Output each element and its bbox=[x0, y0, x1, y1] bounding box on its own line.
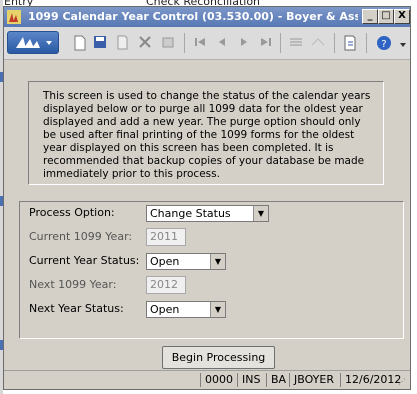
app-menu-button[interactable] bbox=[7, 31, 59, 54]
process-option-value: Change Status bbox=[150, 207, 231, 220]
previous-icon[interactable] bbox=[214, 35, 230, 51]
toolbar-separator bbox=[334, 33, 335, 53]
chevron-down-icon[interactable]: ▼ bbox=[210, 302, 225, 317]
resize-grip-icon[interactable]: ⋰ bbox=[398, 377, 408, 387]
minimize-button[interactable]: _ bbox=[362, 9, 378, 24]
status-company: BA bbox=[266, 373, 290, 387]
app-logo-icon bbox=[7, 10, 21, 24]
print-icon[interactable] bbox=[160, 35, 176, 51]
save-icon[interactable] bbox=[92, 35, 108, 51]
svg-text:?: ? bbox=[381, 39, 386, 50]
cancel-icon[interactable] bbox=[288, 35, 304, 51]
window: 1099 Calendar Year Control (03.530.00) -… bbox=[3, 6, 411, 390]
toolbar-separator bbox=[184, 33, 185, 53]
finish-icon[interactable] bbox=[310, 35, 326, 51]
first-icon[interactable] bbox=[192, 35, 208, 51]
next-status-label: Next Year Status: bbox=[29, 302, 124, 315]
help-icon[interactable]: ? bbox=[376, 35, 392, 51]
next-year-field: 2012 bbox=[146, 276, 186, 294]
window-title: 1099 Calendar Year Control (03.530.00) -… bbox=[28, 10, 358, 23]
status-count: 0000 bbox=[200, 373, 237, 387]
current-status-label: Current Year Status: bbox=[29, 254, 140, 267]
title-bar[interactable]: 1099 Calendar Year Control (03.530.00) -… bbox=[4, 7, 410, 27]
last-icon[interactable] bbox=[258, 35, 274, 51]
status-bar: 0000 INS BA JBOYER 12/6/2012 ⋰ bbox=[4, 370, 410, 389]
begin-processing-button[interactable]: Begin Processing bbox=[162, 346, 275, 369]
toolbar-separator bbox=[366, 33, 367, 53]
app-menu-icon bbox=[16, 37, 52, 48]
process-option-select[interactable]: Change Status ▼ bbox=[146, 205, 269, 222]
current-status-select[interactable]: Open ▼ bbox=[146, 253, 226, 270]
status-date: 12/6/2012 bbox=[340, 373, 405, 387]
toolbar: ? bbox=[4, 27, 410, 60]
note-icon[interactable] bbox=[342, 35, 358, 51]
process-option-label: Process Option: bbox=[29, 206, 115, 219]
current-year-label: Current 1099 Year: bbox=[29, 230, 133, 243]
copy-icon[interactable] bbox=[114, 35, 130, 51]
close-button[interactable]: X bbox=[394, 9, 410, 24]
next-icon[interactable] bbox=[236, 35, 252, 51]
status-mode: INS bbox=[237, 373, 264, 387]
current-year-field: 2011 bbox=[146, 228, 186, 246]
maximize-button[interactable]: □ bbox=[378, 9, 394, 24]
current-status-value: Open bbox=[150, 255, 180, 268]
chevron-down-icon[interactable]: ▼ bbox=[210, 254, 225, 269]
chevron-down-icon[interactable]: ▼ bbox=[253, 206, 268, 221]
new-icon[interactable] bbox=[72, 35, 88, 51]
next-year-label: Next 1099 Year: bbox=[29, 278, 117, 291]
toolbar-separator bbox=[280, 33, 281, 53]
toolbar-overflow-icon[interactable] bbox=[398, 41, 408, 51]
delete-icon[interactable] bbox=[137, 35, 153, 51]
next-status-value: Open bbox=[150, 303, 180, 316]
next-status-select[interactable]: Open ▼ bbox=[146, 301, 226, 318]
status-user: JBOYER bbox=[289, 373, 338, 387]
info-panel: This screen is used to change the status… bbox=[28, 81, 384, 185]
